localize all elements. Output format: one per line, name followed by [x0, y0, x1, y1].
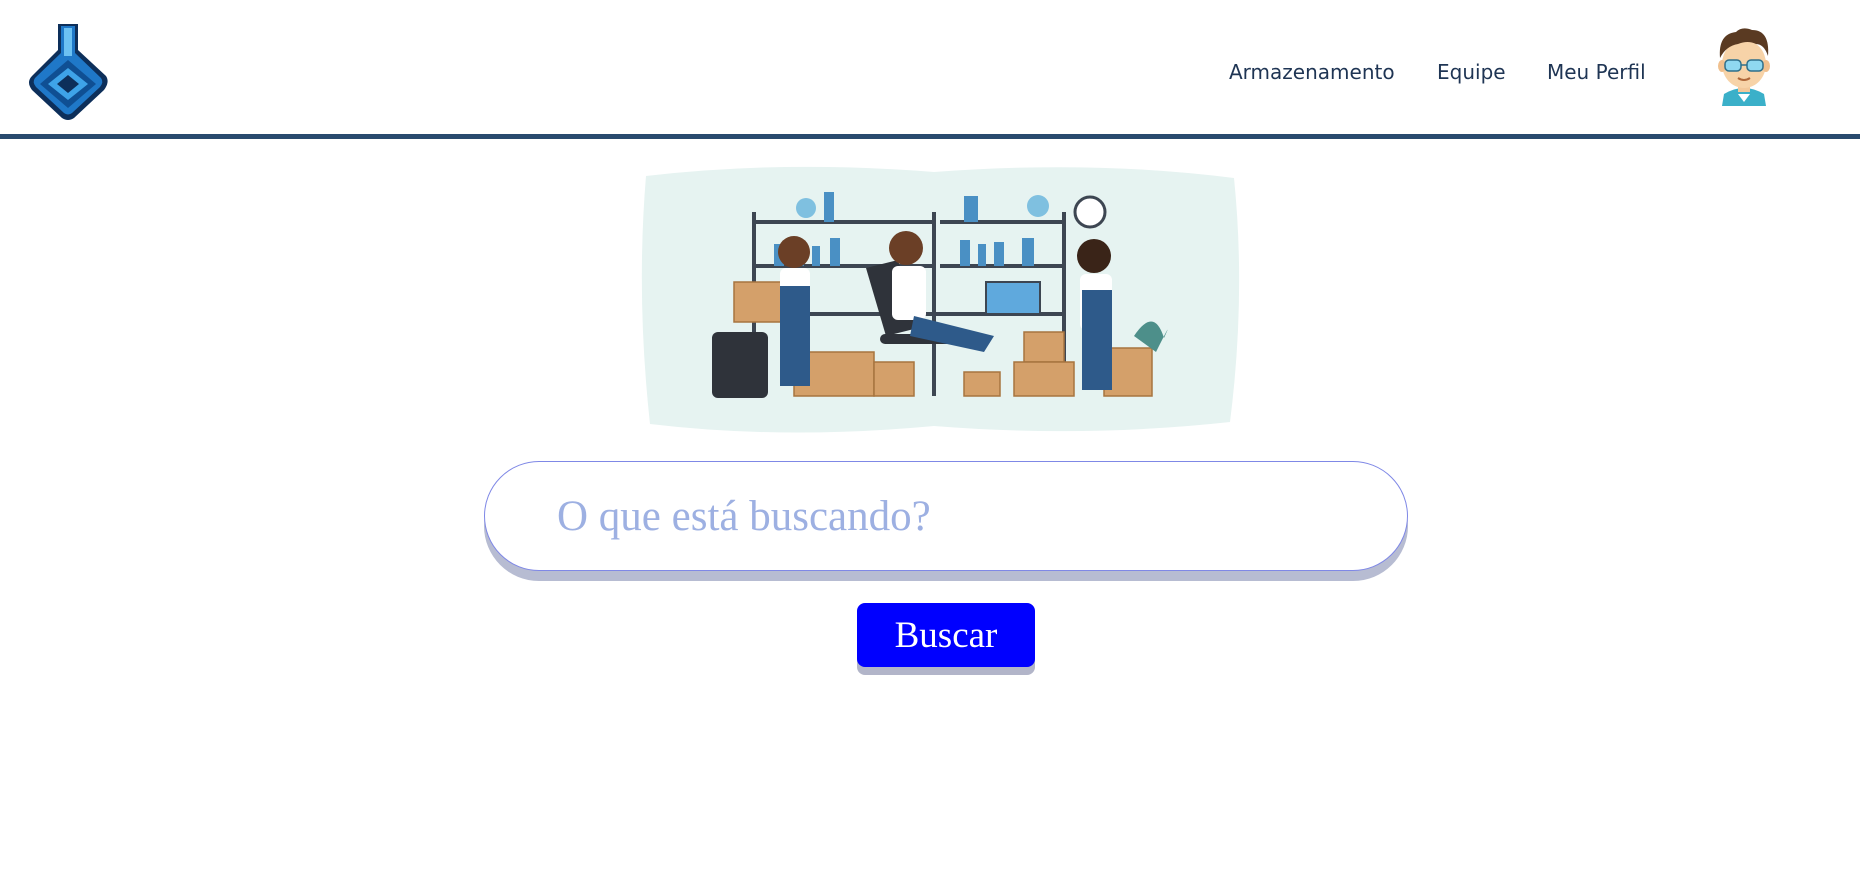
nav-link-equipe[interactable]: Equipe — [1437, 58, 1506, 86]
top-header: Armazenamento Equipe Meu Perfil — [0, 0, 1860, 139]
search-box[interactable] — [484, 461, 1408, 571]
nav-link-meu-perfil[interactable]: Meu Perfil — [1547, 58, 1646, 86]
search-input[interactable] — [555, 482, 1379, 550]
nav-link-armazenamento[interactable]: Armazenamento — [1229, 58, 1395, 86]
user-avatar-icon[interactable] — [1708, 24, 1780, 106]
lab-flask-logo-icon[interactable] — [26, 20, 110, 124]
search-button[interactable]: Buscar — [857, 603, 1035, 667]
lab-storage-team-illustration — [641, 166, 1240, 433]
